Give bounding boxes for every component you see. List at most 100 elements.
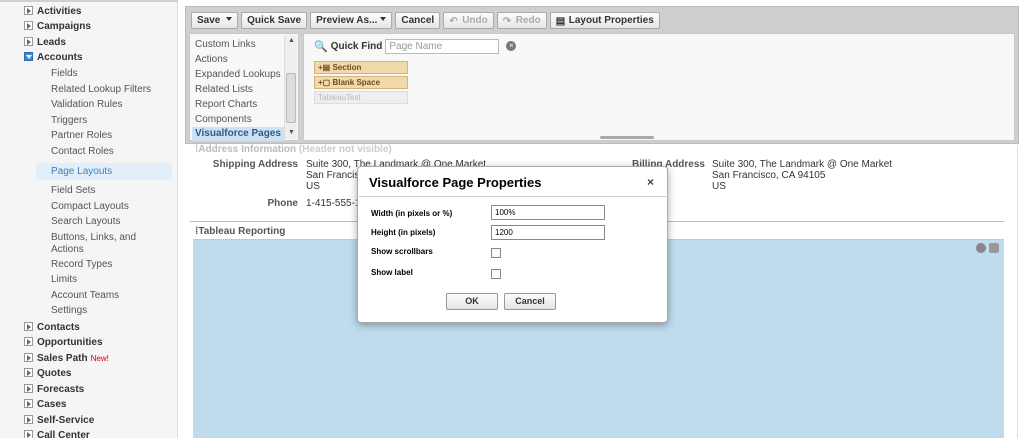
scroll-thumb[interactable]: [286, 73, 296, 123]
sidebar-item-leads[interactable]: Leads: [24, 36, 66, 50]
dialog-divider: [359, 196, 666, 197]
collapse-icon[interactable]: [24, 52, 33, 61]
category-custom-links[interactable]: Custom Links: [195, 38, 256, 52]
show-label-checkbox[interactable]: [491, 269, 501, 279]
save-button[interactable]: Save: [191, 12, 239, 29]
sidebar-item-label: Self-Service: [37, 415, 95, 426]
expand-icon[interactable]: [24, 415, 33, 424]
sidebar-subitem-fields[interactable]: Fields: [51, 67, 78, 81]
scroll-down-icon[interactable]: ▼: [288, 129, 295, 136]
sidebar-item-forecasts[interactable]: Forecasts: [24, 383, 84, 397]
sidebar-subitem-related-lookup-filters[interactable]: Related Lookup Filters: [51, 83, 151, 97]
category-report-charts[interactable]: Report Charts: [195, 98, 257, 112]
category-expanded-lookups[interactable]: Expanded Lookups: [195, 68, 281, 82]
expand-icon[interactable]: [24, 6, 33, 15]
dropdown-caret-icon[interactable]: [226, 17, 233, 21]
section-title: Tableau Reporting: [198, 226, 286, 237]
sidebar-subitem-contact-roles[interactable]: Contact Roles: [51, 145, 114, 159]
sidebar-subitem-partner-roles[interactable]: Partner Roles: [51, 129, 112, 143]
sidebar-item-label: Opportunities: [37, 337, 103, 348]
sidebar-subitem-account-teams[interactable]: Account Teams: [51, 289, 119, 303]
category-visualforce-pages[interactable]: Visualforce Pages: [192, 127, 284, 141]
show-scrollbars-label: Show scrollbars: [371, 247, 433, 256]
undo-button[interactable]: ↶ Undo: [443, 12, 494, 29]
layout-properties-button[interactable]: ▤ Layout Properties: [549, 12, 660, 29]
sidebar-item-accounts[interactable]: Accounts: [24, 51, 83, 65]
dropdown-caret-icon[interactable]: [380, 17, 387, 21]
sidebar-subitem-limits[interactable]: Limits: [51, 273, 77, 287]
new-badge: New!: [90, 354, 109, 363]
blank-space-icon: +▢: [318, 78, 333, 87]
cancel-button[interactable]: Cancel: [395, 12, 441, 29]
billing-address-line1[interactable]: Suite 300, The Landmark @ One Market: [712, 159, 892, 170]
shipping-address-line3[interactable]: US: [306, 181, 320, 192]
sidebar-subitem-triggers[interactable]: Triggers: [51, 114, 87, 128]
section-header-address[interactable]: ⁞Address Information (Header not visible…: [195, 144, 392, 156]
layout-properties-label: Layout Properties: [568, 15, 654, 26]
sidebar-item-label: Quotes: [37, 368, 72, 379]
undo-icon: ↶: [449, 16, 458, 27]
quick-save-button[interactable]: Quick Save: [241, 12, 308, 29]
section-note: (Header not visible): [298, 144, 392, 155]
billing-address-line3[interactable]: US: [712, 181, 726, 192]
right-border: [1017, 145, 1018, 438]
sidebar-subitem-record-types[interactable]: Record Types: [51, 258, 113, 272]
cancel-dialog-button[interactable]: Cancel: [504, 293, 556, 310]
sidebar-subitem-compact-layouts[interactable]: Compact Layouts: [51, 200, 129, 214]
palette-resize-handle[interactable]: [600, 136, 654, 139]
sidebar-item-contacts[interactable]: Contacts: [24, 321, 80, 335]
redo-button[interactable]: ↷ Redo: [496, 12, 547, 29]
expand-icon[interactable]: [24, 337, 33, 346]
editor-toolbar: Save Quick Save Preview As... Cancel ↶ Un…: [191, 12, 660, 29]
scroll-up-icon[interactable]: ▲: [288, 37, 295, 44]
expand-icon[interactable]: [24, 353, 33, 362]
sidebar-item-activities[interactable]: Activities: [24, 5, 81, 19]
quick-find-input[interactable]: Page Name: [385, 38, 500, 54]
palette-item-section[interactable]: +▤ Section: [314, 61, 408, 74]
sidebar-item-sales-path[interactable]: Sales Path New!: [24, 352, 109, 366]
visualforce-properties-dialog: Visualforce Page Properties × Width (in …: [357, 166, 668, 323]
sidebar-subitem-validation-rules[interactable]: Validation Rules: [51, 98, 123, 112]
dialog-title: Visualforce Page Properties: [369, 175, 542, 190]
billing-address-line2[interactable]: San Francisco, CA 94105: [712, 170, 825, 181]
sidebar-subitem-page-layouts[interactable]: Page Layouts: [36, 163, 172, 180]
undo-label: Undo: [462, 15, 488, 26]
sidebar-item-opportunities[interactable]: Opportunities: [24, 336, 103, 350]
remove-icon[interactable]: [976, 243, 986, 253]
phone-value[interactable]: 1-415-555-1: [306, 198, 360, 209]
phone-label: Phone: [267, 198, 298, 209]
expand-icon[interactable]: [24, 430, 33, 438]
sidebar-item-quotes[interactable]: Quotes: [24, 367, 71, 381]
expand-icon[interactable]: [24, 399, 33, 408]
shipping-address-line2[interactable]: San Francisc: [306, 170, 364, 181]
sidebar-subitem-actions[interactable]: Actions: [51, 243, 84, 257]
category-related-lists[interactable]: Related Lists: [195, 83, 253, 97]
expand-icon[interactable]: [24, 21, 33, 30]
properties-wrench-icon[interactable]: [989, 243, 999, 253]
close-icon[interactable]: ×: [647, 175, 654, 189]
palette-item-blank-space[interactable]: +▢ Blank Space: [314, 76, 408, 89]
sidebar-subitem-field-sets[interactable]: Field Sets: [51, 184, 95, 198]
ok-button[interactable]: OK: [446, 293, 498, 310]
sidebar-subitem-settings[interactable]: Settings: [51, 304, 87, 318]
sidebar-item-campaigns[interactable]: Campaigns: [24, 20, 91, 34]
expand-icon[interactable]: [24, 37, 33, 46]
sidebar-subitem-search-layouts[interactable]: Search Layouts: [51, 215, 121, 229]
section-header-tableau[interactable]: ⁞Tableau Reporting: [195, 226, 285, 238]
expand-icon[interactable]: [24, 368, 33, 377]
show-label-label: Show label: [371, 268, 413, 277]
category-components[interactable]: Components: [195, 113, 252, 127]
category-scrollbar[interactable]: ▲ ▼: [284, 35, 297, 139]
show-scrollbars-checkbox[interactable]: [491, 248, 501, 258]
clear-search-icon[interactable]: ×: [506, 41, 517, 51]
sidebar-item-call-center[interactable]: Call Center: [24, 429, 90, 438]
expand-icon[interactable]: [24, 322, 33, 331]
sidebar-item-cases[interactable]: Cases: [24, 398, 66, 412]
sidebar-item-self-service[interactable]: Self-Service: [24, 414, 94, 428]
preview-as-button[interactable]: Preview As...: [310, 12, 393, 29]
expand-icon[interactable]: [24, 384, 33, 393]
height-input[interactable]: 1200: [491, 225, 605, 240]
category-actions[interactable]: Actions: [195, 53, 228, 67]
width-input[interactable]: 100%: [491, 205, 605, 220]
height-label: Height (in pixels): [371, 228, 436, 237]
